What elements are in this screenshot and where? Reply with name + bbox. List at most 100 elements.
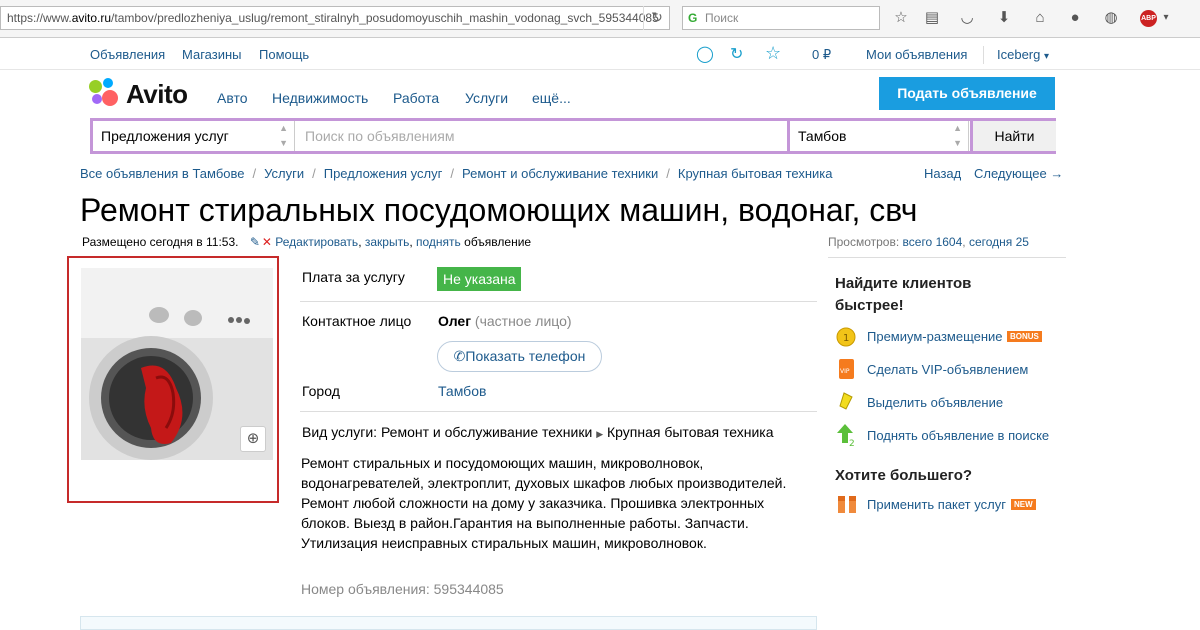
- show-phone-button[interactable]: ✆Показать телефон: [437, 341, 602, 372]
- download-icon[interactable]: ⬇: [994, 8, 1014, 28]
- messages-icon[interactable]: ◯: [696, 44, 714, 64]
- breadcrumb-item[interactable]: Крупная бытовая техника: [678, 166, 833, 181]
- search-engine-icon: G: [688, 11, 698, 25]
- views-today[interactable]: сегодня 25: [969, 235, 1029, 249]
- logo-dot: [103, 78, 113, 88]
- contact-label: Контактное лицо: [302, 313, 412, 329]
- contact-value: Олег (частное лицо): [438, 313, 572, 329]
- divider: [828, 257, 1066, 258]
- highlight-link[interactable]: Выделить объявление: [867, 395, 1003, 410]
- ad-description: Ремонт стиральных и посудомоющих машин, …: [301, 455, 787, 551]
- city-label: Город: [302, 383, 340, 399]
- next-link[interactable]: Следующее →: [974, 166, 1063, 181]
- favorites-search-icon[interactable]: ↻: [730, 44, 743, 64]
- vip-icon: VIP: [836, 358, 856, 380]
- views-counter: Просмотров: всего 1604, сегодня 25: [828, 235, 1029, 249]
- breadcrumb-item[interactable]: Ремонт и обслуживание техники: [462, 166, 658, 181]
- svg-text:VIP: VIP: [840, 368, 850, 375]
- price-label: Плата за услугу: [302, 269, 405, 285]
- close-link[interactable]: закрыть: [365, 235, 409, 249]
- select-arrows-icon: ▲ ▼: [953, 123, 962, 148]
- nav-help-link[interactable]: Помощь: [259, 47, 309, 62]
- my-ads-link[interactable]: Мои объявления: [866, 47, 967, 62]
- bookmark-star-icon[interactable]: ☆: [891, 8, 911, 28]
- adblock-icon[interactable]: ABP: [1140, 10, 1157, 27]
- views-total[interactable]: всего 1604: [903, 235, 963, 249]
- back-link[interactable]: Назад: [924, 166, 961, 181]
- package-link[interactable]: Применить пакет услуг: [867, 497, 1006, 512]
- premium-link[interactable]: Премиум-размещение: [867, 329, 1003, 344]
- select-arrows-icon: ▲ ▼: [279, 123, 288, 148]
- breadcrumb-item[interactable]: Услуги: [264, 166, 304, 181]
- nav-ads-link[interactable]: Объявления: [90, 47, 165, 62]
- highlighter-icon: [836, 391, 856, 413]
- category-more[interactable]: ещё...: [532, 90, 571, 106]
- service-sub: Крупная бытовая техника: [607, 424, 774, 440]
- search-button[interactable]: Найти: [970, 121, 1056, 151]
- address-bar[interactable]: https://www.avito.ru/tambov/predlozheniy…: [0, 6, 670, 30]
- sidebar-heading-promote: Найдите клиентов быстрее!: [835, 275, 972, 314]
- chat-icon[interactable]: ●: [1065, 8, 1085, 28]
- edit-tail: объявление: [464, 235, 532, 249]
- breadcrumb-item[interactable]: Предложения услуг: [324, 166, 443, 181]
- chevron-right-icon: ▶: [596, 429, 604, 439]
- user-name: Iceberg: [997, 47, 1041, 62]
- category-jobs[interactable]: Работа: [393, 90, 439, 106]
- ad-meta: Размещено сегодня в 11:53. ✎ ✕ Редактиров…: [82, 235, 532, 249]
- service-type: Вид услуги: Ремонт и обслуживание техник…: [302, 424, 774, 440]
- divider: [983, 46, 984, 64]
- user-menu[interactable]: Iceberg ▾: [997, 47, 1049, 62]
- category-realty[interactable]: Недвижимость: [272, 90, 368, 106]
- search-input[interactable]: Поиск по объявлениям: [295, 121, 787, 151]
- logo-text[interactable]: Avito: [126, 79, 188, 110]
- show-phone-label: Показать телефон: [465, 348, 586, 364]
- browser-search-input[interactable]: G Поиск: [682, 6, 880, 30]
- chevron-down-icon[interactable]: ▾: [1156, 8, 1176, 28]
- edit-link[interactable]: Редактировать: [275, 235, 358, 249]
- globe-icon[interactable]: ◍: [1101, 8, 1121, 28]
- divider: [300, 301, 817, 302]
- breadcrumb: Все объявления в Тамбове / Услуги / Предложе…: [80, 166, 833, 181]
- category-select[interactable]: Предложения услуг ▲ ▼: [93, 121, 295, 151]
- photo-highlight-frame: [67, 256, 279, 503]
- raise-link[interactable]: поднять: [416, 235, 461, 249]
- city-link[interactable]: Тамбов: [438, 383, 486, 399]
- service-label: Вид услуги:: [302, 424, 378, 440]
- chevron-down-icon: ▾: [1044, 51, 1050, 62]
- views-label: Просмотров:: [828, 235, 900, 249]
- coin-icon: 1: [836, 326, 856, 348]
- reading-list-icon[interactable]: ▤: [922, 8, 942, 28]
- pencil-icon: ✎: [249, 235, 260, 249]
- package-icon: [836, 493, 856, 515]
- ad-number: Номер объявления: 595344085: [301, 581, 504, 597]
- divider: [300, 411, 817, 412]
- search-form: Предложения услуг ▲ ▼ Поиск по объявлениям…: [90, 118, 1056, 154]
- svg-text:1: 1: [843, 333, 849, 344]
- breadcrumb-item[interactable]: Все объявления в Тамбове: [80, 166, 245, 181]
- contact-name: Олег: [438, 313, 472, 329]
- category-services[interactable]: Услуги: [465, 90, 508, 106]
- posted-time: Размещено сегодня в 11:53.: [82, 235, 239, 249]
- reload-icon[interactable]: ↻: [643, 6, 670, 30]
- home-icon[interactable]: ⌂: [1030, 8, 1050, 28]
- price-badge: Не указана: [437, 267, 521, 291]
- zoom-icon[interactable]: ⊕: [240, 426, 266, 452]
- url-path: /tambov/predlozheniya_uslug/remont_stira…: [111, 11, 659, 25]
- search-placeholder: Поиск по объявлениям: [305, 128, 455, 144]
- raise-arrow-icon: 2: [836, 423, 856, 449]
- post-ad-button[interactable]: Подать объявление: [879, 77, 1055, 110]
- delete-icon: ✕: [261, 235, 272, 249]
- favorites-star-icon[interactable]: ☆: [765, 43, 781, 64]
- raise-search-link[interactable]: Поднять объявление в поиске: [867, 428, 1049, 443]
- vip-link[interactable]: Сделать VIP-объявлением: [867, 362, 1028, 377]
- nav-shops-link[interactable]: Магазины: [182, 47, 242, 62]
- wallet-balance[interactable]: 0 ₽: [812, 47, 831, 63]
- bonus-badge: BONUS: [1007, 331, 1042, 342]
- service-value: Ремонт и обслуживание техники: [380, 424, 593, 440]
- pocket-icon[interactable]: ◡: [957, 8, 977, 28]
- city-select[interactable]: Тамбов ▲ ▼: [787, 121, 969, 151]
- category-auto[interactable]: Авто: [217, 90, 248, 106]
- page-title: Ремонт стиральных посудомоющих машин, во…: [80, 192, 918, 228]
- logo-dot: [92, 94, 102, 104]
- new-badge: NEW: [1011, 499, 1036, 510]
